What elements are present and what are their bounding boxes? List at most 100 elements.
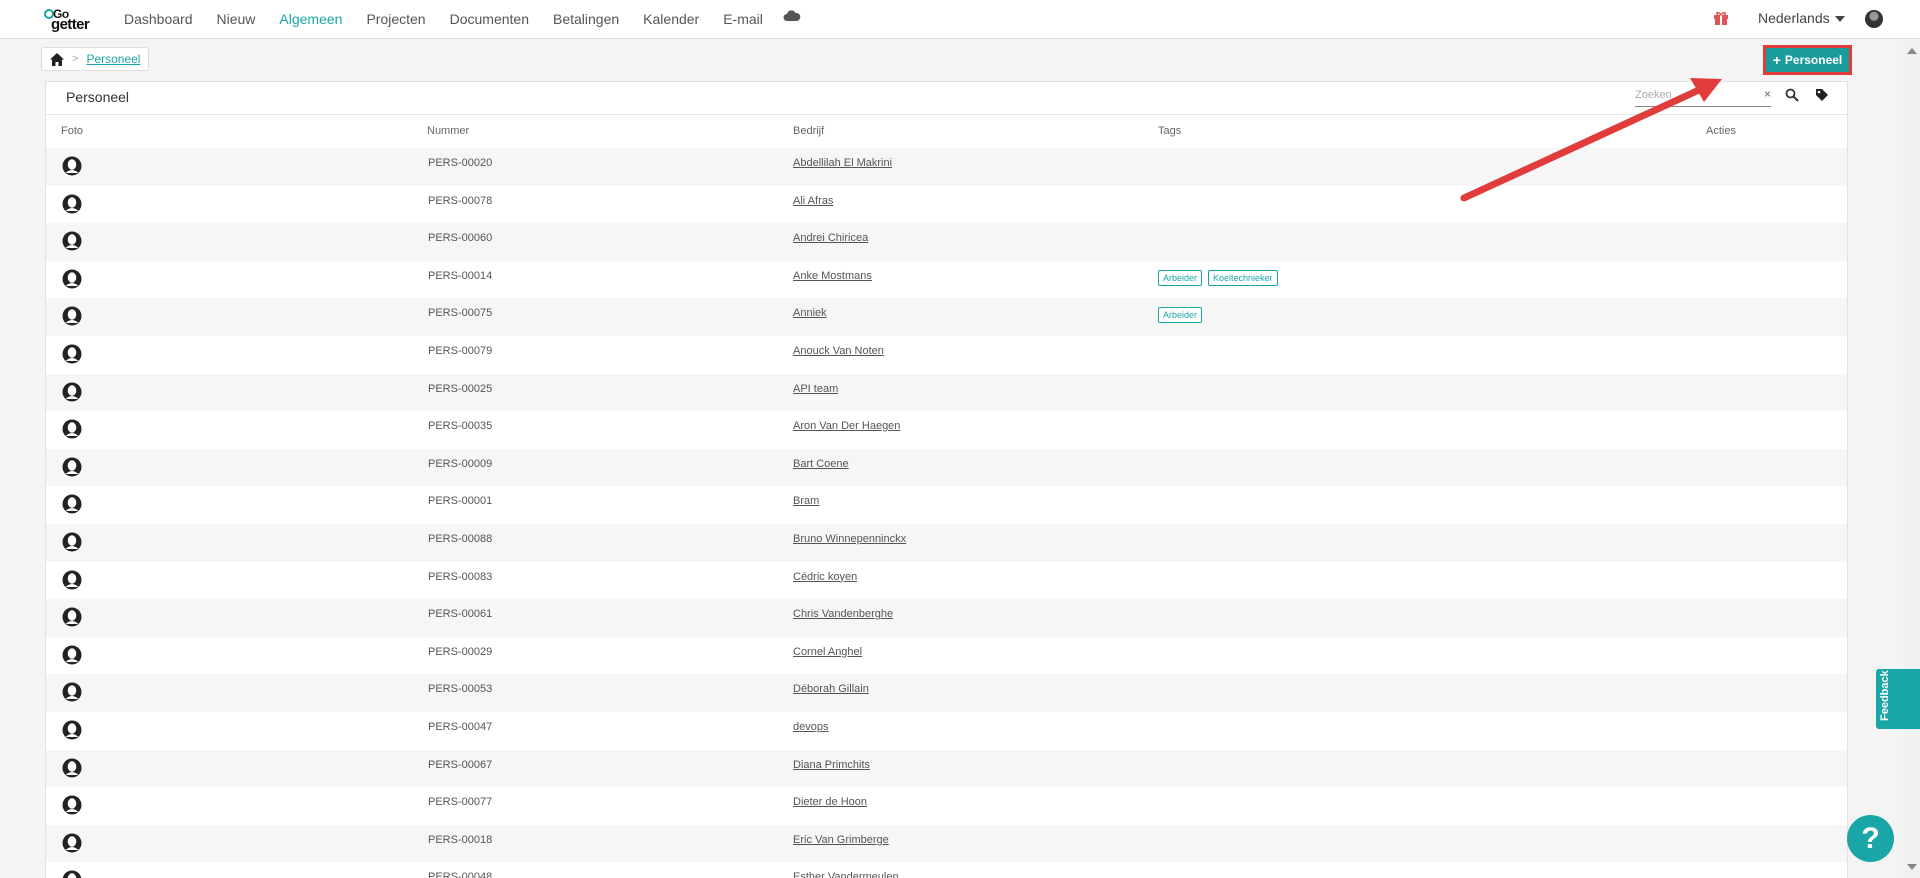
table-row[interactable]: PERS-00067 Diana Primchits (46, 749, 1847, 788)
nav-algemeen[interactable]: Algemeen (279, 11, 342, 27)
avatar-placeholder-icon (62, 532, 82, 552)
row-name-link[interactable]: Cédric koyen (793, 571, 857, 583)
row-name-link[interactable]: Bruno Winnepenninckx (793, 533, 906, 545)
scroll-down-arrow-icon[interactable] (1907, 864, 1917, 870)
row-number: PERS-00014 (428, 269, 493, 282)
language-label: Nederlands (1758, 10, 1830, 26)
row-number: PERS-00018 (428, 833, 493, 846)
table-row[interactable]: PERS-00088 Bruno Winnepenninckx (46, 523, 1847, 562)
table-row[interactable]: PERS-00048 Esther Vandermeulen (46, 862, 1847, 878)
table-row[interactable]: PERS-00029 Cornel Anghel (46, 637, 1847, 675)
row-number: PERS-00088 (428, 532, 493, 545)
row-name-link[interactable]: Abdellilah El Makrini (793, 157, 892, 169)
language-selector[interactable]: Nederlands (1758, 10, 1845, 26)
clear-search-icon[interactable]: × (1764, 87, 1771, 101)
add-personeel-button[interactable]: + Personeel (1763, 45, 1852, 75)
scroll-up-arrow-icon[interactable] (1907, 48, 1917, 54)
feedback-label: Feedback (1879, 670, 1891, 721)
row-number: PERS-00061 (428, 608, 493, 621)
row-number: PERS-00029 (428, 645, 493, 658)
table-row[interactable]: PERS-00018 Eric Van Grimberge (46, 824, 1847, 863)
avatar-placeholder-icon (62, 758, 82, 778)
avatar-placeholder-icon (62, 682, 82, 702)
gogetter-logo[interactable]: Go getter (44, 7, 100, 33)
feedback-tab[interactable]: Feedback (1876, 669, 1920, 729)
row-name-link[interactable]: Ali Afras (793, 195, 833, 207)
row-number: PERS-00048 (428, 871, 493, 878)
plus-icon: + (1772, 52, 1781, 68)
cloud-icon[interactable] (783, 10, 801, 22)
table-row[interactable]: PERS-00009 Bart Coene (46, 448, 1847, 487)
avatar-placeholder-icon (62, 419, 82, 439)
table-row[interactable]: PERS-00025 API team (46, 373, 1847, 412)
row-name-link[interactable]: Diana Primchits (793, 759, 870, 771)
avatar-placeholder-icon (62, 720, 82, 740)
nav-betalingen[interactable]: Betalingen (553, 11, 619, 27)
row-number: PERS-00020 (428, 157, 493, 169)
header-bedrijf[interactable]: Bedrijf (793, 125, 824, 137)
table-row[interactable]: PERS-00014 Anke Mostmans Arbeider Koeltechn… (46, 261, 1847, 299)
row-tags: Arbeider Koeltechnieker (1158, 269, 1278, 286)
search-icon[interactable] (1785, 88, 1799, 102)
avatar-placeholder-icon (62, 494, 82, 514)
row-name-link[interactable]: Chris Vandenberghe (793, 608, 893, 620)
home-icon[interactable] (50, 52, 64, 66)
avatar-placeholder-icon (62, 306, 82, 326)
row-name-link[interactable]: Bart Coene (793, 458, 849, 470)
table-row[interactable]: PERS-00001 Bram (46, 486, 1847, 524)
breadcrumb-separator: > (72, 53, 79, 65)
table-row[interactable]: PERS-00047 devops (46, 712, 1847, 750)
gift-icon[interactable] (1713, 10, 1729, 26)
page-scrollbar[interactable] (1903, 40, 1920, 878)
row-name-link[interactable]: Eric Van Grimberge (793, 834, 889, 846)
tag-badge[interactable]: Arbeider (1158, 307, 1203, 324)
row-name-link[interactable]: Bram (793, 495, 819, 507)
row-name-link[interactable]: Anke Mostmans (793, 270, 872, 282)
top-navbar: Go getter Dashboard Nieuw Algemeen Proje… (0, 0, 1920, 39)
table-row[interactable]: PERS-00035 Aron Van Der Haegen (46, 411, 1847, 449)
tag-badge[interactable]: Koeltechnieker (1208, 269, 1278, 286)
add-personeel-label: Personeel (1784, 53, 1843, 67)
tag-icon[interactable] (1815, 88, 1829, 102)
breadcrumb: > Personeel (41, 47, 150, 71)
row-name-link[interactable]: Cornel Anghel (793, 646, 862, 658)
nav-kalender[interactable]: Kalender (643, 11, 699, 27)
nav-documenten[interactable]: Documenten (450, 11, 529, 27)
table-row[interactable]: PERS-00075 Anniek Arbeider (46, 298, 1847, 336)
row-name-link[interactable]: Anouck Van Noten (793, 345, 884, 357)
help-button[interactable]: ? (1847, 815, 1894, 862)
nav-email[interactable]: E-mail (723, 11, 763, 27)
row-name-link[interactable]: devops (793, 721, 828, 733)
row-name-link[interactable]: Aron Van Der Haegen (793, 420, 900, 432)
row-name-link[interactable]: Dieter de Hoon (793, 796, 867, 808)
nav-nieuw[interactable]: Nieuw (217, 11, 256, 27)
nav-projecten[interactable]: Projecten (366, 11, 425, 27)
row-name-link[interactable]: Esther Vandermeulen (793, 871, 899, 878)
header-nummer[interactable]: Nummer (427, 125, 469, 137)
row-number: PERS-00025 (428, 382, 493, 395)
tag-badge[interactable]: Arbeider (1158, 269, 1203, 286)
row-name-link[interactable]: Anniek (793, 307, 827, 319)
user-avatar[interactable] (1865, 10, 1883, 28)
caret-down-icon (1834, 16, 1845, 23)
row-name-link[interactable]: Andrei Chiricea (793, 232, 868, 244)
table-row[interactable]: PERS-00060 Andrei Chiricea (46, 223, 1847, 261)
avatar-placeholder-icon (62, 457, 82, 477)
avatar-placeholder-icon (62, 795, 82, 815)
row-number: PERS-00079 (428, 344, 493, 357)
row-number: PERS-00075 (428, 307, 493, 320)
nav-dashboard[interactable]: Dashboard (124, 11, 193, 27)
breadcrumb-personeel[interactable]: Personeel (86, 52, 140, 66)
avatar-placeholder-icon (62, 607, 82, 627)
avatar-placeholder-icon (62, 870, 82, 878)
row-name-link[interactable]: API team (793, 383, 838, 395)
table-row[interactable]: PERS-00061 Chris Vandenberghe (46, 599, 1847, 637)
table-row[interactable]: PERS-00053 Déborah Gillain (46, 674, 1847, 712)
table-body: PERS-00020 Abdellilah El Makrini PERS-0007… (46, 148, 1847, 878)
table-row[interactable]: PERS-00077 Dieter de Hoon (46, 787, 1847, 825)
row-name-link[interactable]: Déborah Gillain (793, 683, 869, 695)
table-row[interactable]: PERS-00083 Cédric koyen (46, 562, 1847, 600)
row-number: PERS-00047 (428, 720, 493, 733)
row-number: PERS-00078 (428, 194, 493, 207)
table-row[interactable]: PERS-00079 Anouck Van Noten (46, 336, 1847, 374)
